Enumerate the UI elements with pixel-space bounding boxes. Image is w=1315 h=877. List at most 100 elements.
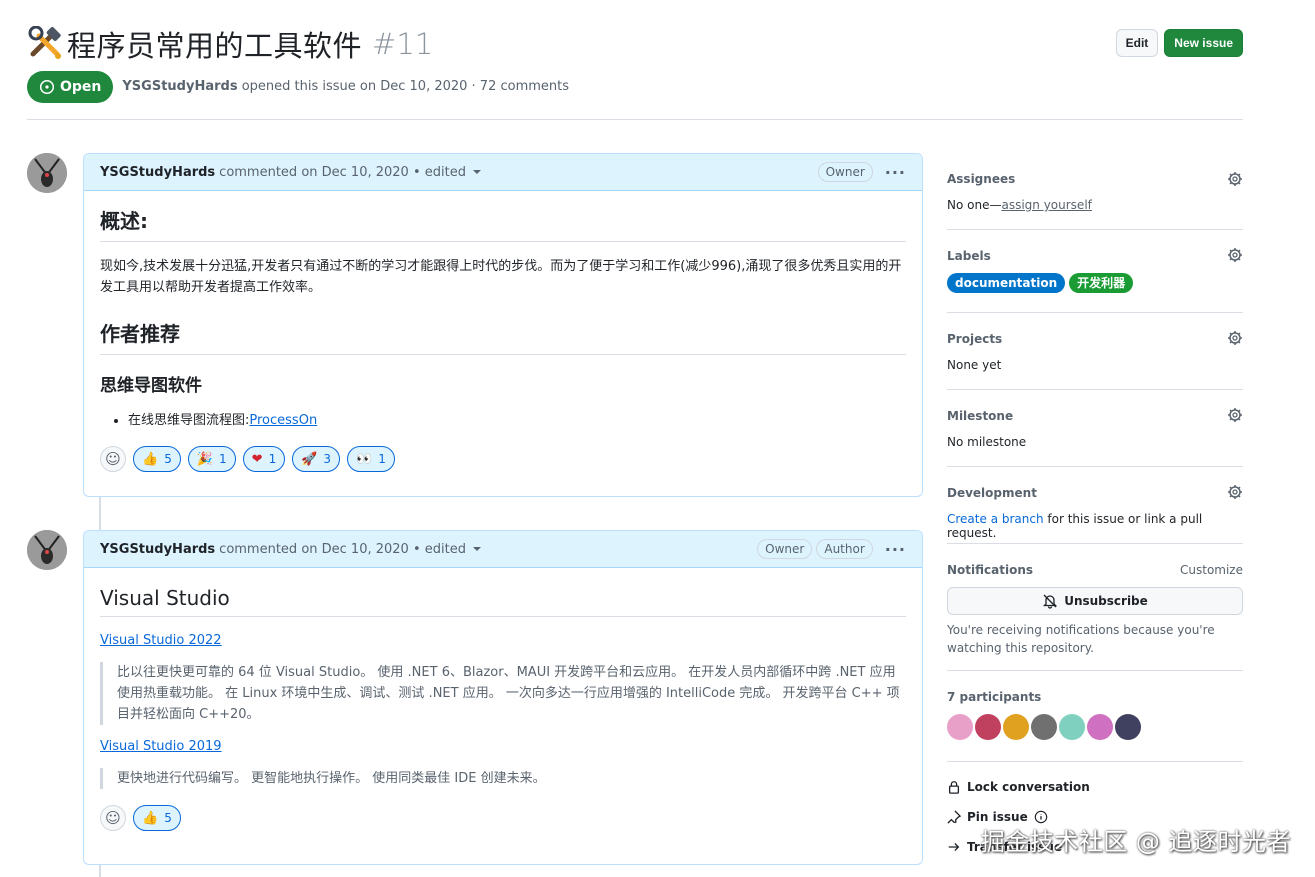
processon-link[interactable]: ProcessOn bbox=[249, 413, 317, 428]
add-reaction-icon[interactable]: ☺ bbox=[100, 446, 126, 472]
sidebar-notifications: Notifications Customize Unsubscribe You'… bbox=[947, 544, 1243, 671]
comment-author[interactable]: YSGStudyHards bbox=[100, 542, 215, 557]
assignees-value: No one—assign yourself bbox=[947, 198, 1092, 212]
unsubscribe-button[interactable]: Unsubscribe bbox=[947, 587, 1243, 615]
issue-number: #11 bbox=[372, 27, 434, 61]
development-title[interactable]: Development bbox=[947, 486, 1243, 500]
heading-visual-studio: Visual Studio bbox=[100, 586, 906, 617]
heading-overview: 概述: bbox=[100, 205, 906, 242]
gear-icon[interactable] bbox=[1227, 330, 1243, 346]
timeline-line bbox=[99, 497, 101, 530]
reaction-heart[interactable]: ❤ 1 bbox=[242, 446, 286, 472]
gear-icon[interactable] bbox=[1227, 247, 1243, 263]
participant-avatar[interactable] bbox=[947, 714, 973, 740]
notifications-note: You're receiving notifications because y… bbox=[947, 623, 1215, 655]
heading-recommend: 作者推荐 bbox=[100, 318, 906, 355]
add-reaction-icon[interactable]: ☺ bbox=[100, 805, 126, 831]
projects-title[interactable]: Projects bbox=[947, 332, 1243, 346]
state-badge: Open bbox=[27, 70, 114, 103]
header-actions: Edit New issue bbox=[1115, 29, 1243, 57]
gear-icon[interactable] bbox=[1227, 484, 1243, 500]
bell-slash-icon bbox=[1043, 594, 1058, 609]
vs2019-quote: 更快地进行代码编写。 更智能地执行操作。 使用同类最佳 IDE 创建未来。 bbox=[100, 768, 906, 789]
sidebar-development: Development Create a branch for this iss… bbox=[947, 467, 1243, 544]
label-documentation[interactable]: documentation bbox=[947, 273, 1066, 293]
development-value: Create a branch for this issue or link a… bbox=[947, 512, 1203, 540]
header-divider bbox=[27, 119, 1243, 120]
avatar-image bbox=[27, 153, 67, 193]
list-item-label: 在线思维导图流程图: bbox=[128, 413, 250, 428]
chevron-down-icon[interactable] bbox=[472, 547, 481, 551]
reactions-bar: ☺ 👍 5 🎉 1 ❤ 1 🚀 3 👀 1 bbox=[100, 446, 906, 472]
comment-author[interactable]: YSGStudyHards bbox=[100, 165, 215, 180]
watermark: 掘金技术社区 @ 追逐时光者 bbox=[980, 828, 1291, 856]
timeline-line bbox=[99, 865, 101, 877]
tool-list: 在线思维导图流程图:ProcessOn bbox=[128, 410, 906, 432]
milestone-title[interactable]: Milestone bbox=[947, 409, 1243, 423]
comment-meta: commented on Dec 10, 2020 • edited bbox=[219, 541, 466, 557]
comment-header: YSGStudyHards commented on Dec 10, 2020 … bbox=[84, 531, 922, 568]
kebab-menu-icon[interactable]: ··· bbox=[885, 163, 906, 182]
participant-avatar[interactable] bbox=[1115, 714, 1141, 740]
reaction-eyes[interactable]: 👀 1 bbox=[347, 446, 395, 472]
new-issue-button[interactable]: New issue bbox=[1164, 29, 1243, 57]
reaction-thumbs-up[interactable]: 👍 5 bbox=[133, 805, 181, 831]
assignees-title[interactable]: Assignees bbox=[947, 172, 1243, 186]
comment-1: YSGStudyHards commented on Dec 10, 2020 … bbox=[83, 153, 923, 497]
vs2019-link[interactable]: Visual Studio 2019 bbox=[100, 739, 222, 754]
sidebar-labels: Labels documentation 开发利器 bbox=[947, 230, 1243, 313]
heading-mindmap: 思维导图软件 bbox=[100, 376, 202, 396]
arrow-right-icon bbox=[948, 843, 960, 851]
avatar-image bbox=[27, 530, 67, 570]
comment-meta: commented on Dec 10, 2020 • edited bbox=[219, 164, 466, 180]
overview-paragraph: 现如今,技术发展十分迅猛,开发者只有通过不断的学习才能跟得上时代的步伐。而为了便… bbox=[100, 259, 902, 295]
comment-header-right: Owner ··· bbox=[817, 162, 906, 182]
state-label: Open bbox=[60, 78, 102, 95]
issue-meta-suffix: opened this issue on Dec 10, 2020 · 72 c… bbox=[241, 79, 570, 94]
gear-icon[interactable] bbox=[1227, 171, 1243, 187]
hammer-wrench-icon bbox=[28, 26, 61, 59]
lock-conversation-button[interactable]: Lock conversation bbox=[947, 780, 1243, 794]
participant-avatar[interactable] bbox=[975, 714, 1001, 740]
issue-meta-text: YSGStudyHards opened this issue on Dec 1… bbox=[122, 79, 569, 94]
reactions-bar: ☺ 👍 5 bbox=[100, 805, 906, 831]
comment-header: YSGStudyHards commented on Dec 10, 2020 … bbox=[84, 154, 922, 191]
label-dev-tools[interactable]: 开发利器 bbox=[1069, 273, 1134, 293]
participants-list bbox=[947, 714, 1243, 740]
sidebar-participants: 7 participants bbox=[947, 671, 1243, 762]
reaction-rocket[interactable]: 🚀 3 bbox=[292, 446, 341, 472]
edit-button[interactable]: Edit bbox=[1115, 29, 1159, 57]
participant-avatar[interactable] bbox=[1087, 714, 1113, 740]
reaction-hooray[interactable]: 🎉 1 bbox=[187, 446, 236, 472]
participant-avatar[interactable] bbox=[1003, 714, 1029, 740]
issue-author-link[interactable]: YSGStudyHards bbox=[122, 79, 237, 94]
issue-open-icon bbox=[39, 79, 55, 94]
chevron-down-icon[interactable] bbox=[472, 170, 481, 174]
comment-body: Visual Studio Visual Studio 2022 比以往更快更可… bbox=[84, 568, 922, 831]
labels-list: documentation 开发利器 bbox=[947, 273, 1243, 293]
issue-title: 程序员常用的工具软件 bbox=[67, 29, 363, 63]
sidebar-milestone: Milestone No milestone bbox=[947, 390, 1243, 467]
sidebar: Assignees No one—assign yourself Labels … bbox=[947, 160, 1243, 854]
gear-icon[interactable] bbox=[1227, 407, 1243, 423]
labels-title[interactable]: Labels bbox=[947, 249, 1243, 263]
participant-avatar[interactable] bbox=[1031, 714, 1057, 740]
create-branch-link[interactable]: Create a branch bbox=[947, 512, 1044, 526]
sidebar-projects: Projects None yet bbox=[947, 313, 1243, 390]
link-row: Visual Studio 2019 bbox=[100, 739, 906, 754]
issue-header: 程序员常用的工具软件 #11 Edit New issue Open YSGSt… bbox=[27, 22, 1243, 103]
participant-avatar[interactable] bbox=[1059, 714, 1085, 740]
avatar[interactable] bbox=[27, 153, 67, 193]
vs2022-link[interactable]: Visual Studio 2022 bbox=[100, 633, 222, 648]
comment-body: 概述: 现如今,技术发展十分迅猛,开发者只有通过不断的学习才能跟得上时代的步伐。… bbox=[84, 191, 922, 472]
assign-yourself-link[interactable]: assign yourself bbox=[1001, 198, 1091, 212]
author-badge: Author bbox=[816, 539, 873, 559]
customize-link[interactable]: Customize bbox=[1180, 563, 1243, 577]
lock-icon bbox=[948, 781, 960, 794]
issue-meta: Open YSGStudyHards opened this issue on … bbox=[27, 70, 1243, 103]
kebab-menu-icon[interactable]: ··· bbox=[885, 540, 906, 559]
link-row: Visual Studio 2022 bbox=[100, 633, 906, 648]
milestone-value: No milestone bbox=[947, 435, 1027, 449]
avatar[interactable] bbox=[27, 530, 67, 570]
reaction-thumbs-up[interactable]: 👍 5 bbox=[133, 446, 181, 472]
